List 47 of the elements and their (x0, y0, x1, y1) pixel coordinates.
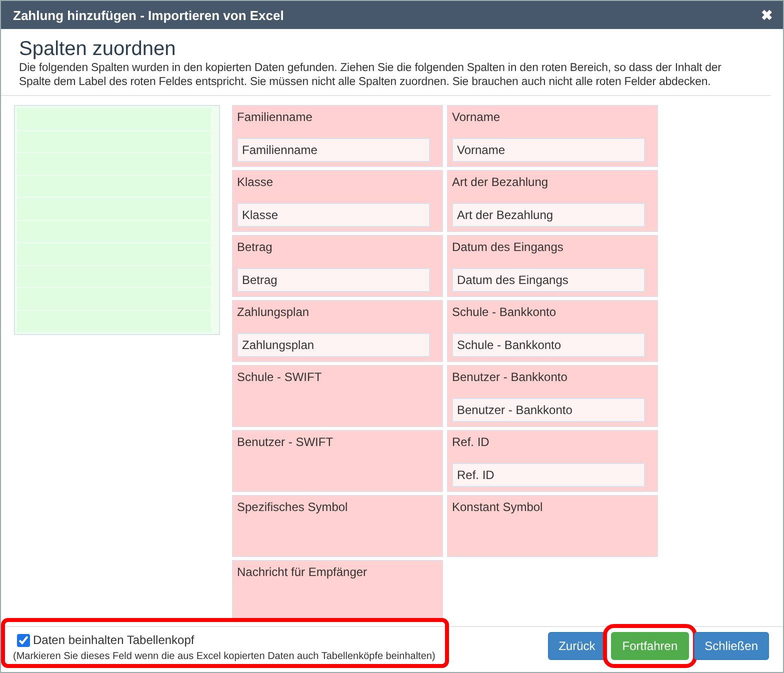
drop-zone-label: Schule - SWIFT (237, 370, 323, 384)
drop-zone[interactable]: Schule - SWIFT (232, 365, 443, 427)
drop-zone-label: Nachricht für Empfänger (237, 565, 368, 579)
mapped-column-chip[interactable]: Schule - Bankkonto (452, 333, 645, 357)
drop-zone[interactable]: Art der Bezahlung Art der Bezahlung (447, 170, 658, 232)
drop-zone[interactable]: Konstant Symbol (447, 495, 658, 557)
close-button[interactable]: ✖ (761, 7, 773, 23)
drop-zone[interactable]: Benutzer - Bankkonto Benutzer - Bankkonto (447, 365, 658, 427)
checkbox-hint: (Markieren Sie dieses Feld wenn die aus Excel kopierten Daten auch Tabellenköpfe beinhalten) (13, 651, 436, 662)
drop-zone[interactable]: Betrag Betrag (232, 235, 443, 297)
drop-zone[interactable]: Familienname Familienname (232, 105, 443, 167)
mapped-column-chip[interactable]: Art der Bezahlung (452, 203, 645, 227)
drop-zone[interactable]: Klasse Klasse (232, 170, 443, 232)
drop-zone-label: Ref. ID (452, 435, 490, 449)
mapped-column-chip[interactable]: Vorname (452, 138, 645, 162)
drop-zone-label: Schule - Bankkonto (452, 305, 558, 319)
window-title: Zahlung hinzufügen - Importieren von Excel (13, 8, 284, 22)
drop-zone-label: Benutzer - Bankkonto (452, 370, 568, 384)
drop-zone-label: Art der Bezahlung (452, 175, 550, 189)
dialog-button[interactable]: Schließen (694, 632, 769, 660)
drop-zone-label: Konstant Symbol (452, 500, 544, 514)
drop-zone-label: Zahlungsplan (237, 305, 310, 319)
drop-zone[interactable]: Datum des Eingangs Datum des Eingangs (447, 235, 658, 297)
drop-zone-label: Spezifisches Symbol (237, 500, 349, 514)
drop-zone[interactable]: Schule - Bankkonto Schule - Bankkonto (447, 300, 658, 362)
header-checkbox[interactable] (17, 634, 30, 646)
mapped-column-chip[interactable]: Zahlungsplan (237, 333, 430, 357)
instructions: Die folgenden Spalten wurden in den kopierten Daten gefunden. Ziehen Sie die folgenden Spalten in den roten Bereich, so dass der Inhalt der Spalte dem Label des roten Feldes entspricht. Sie müssen nicht alle Spalten zuordnen. Sie brauchen auch nicht alle roten Felder abdecken. (19, 61, 722, 89)
mapped-column-chip[interactable]: Betrag (237, 268, 430, 292)
mapped-column-chip[interactable]: Ref. ID (452, 463, 645, 487)
mapped-column-chip[interactable]: Benutzer - Bankkonto (452, 398, 645, 422)
drop-zone[interactable]: Vorname Vorname (447, 105, 658, 167)
drop-zone-label: Datum des Eingangs (452, 240, 564, 254)
checkbox-label: Daten beinhalten Tabellenkopf (33, 633, 194, 647)
drop-zone[interactable]: Spezifisches Symbol (232, 495, 443, 557)
mapped-column-chip[interactable]: Klasse (237, 203, 430, 227)
section-heading: Spalten zuordnen (19, 37, 177, 61)
mapped-column-chip[interactable]: Datum des Eingangs (452, 268, 645, 292)
drop-zone[interactable]: Benutzer - SWIFT (232, 430, 443, 492)
drop-zone-label: Klasse (237, 175, 274, 189)
drop-zone-label: Familienname (237, 110, 314, 124)
drop-zone-label: Betrag (237, 240, 274, 254)
mapped-column-chip[interactable]: Familienname (237, 138, 430, 162)
drop-zone-label: Benutzer - SWIFT (237, 435, 334, 449)
drop-zone[interactable]: Zahlungsplan Zahlungsplan (232, 300, 443, 362)
drop-zone[interactable]: Ref. ID Ref. ID (447, 430, 658, 492)
drop-zone-label: Vorname (452, 110, 502, 124)
